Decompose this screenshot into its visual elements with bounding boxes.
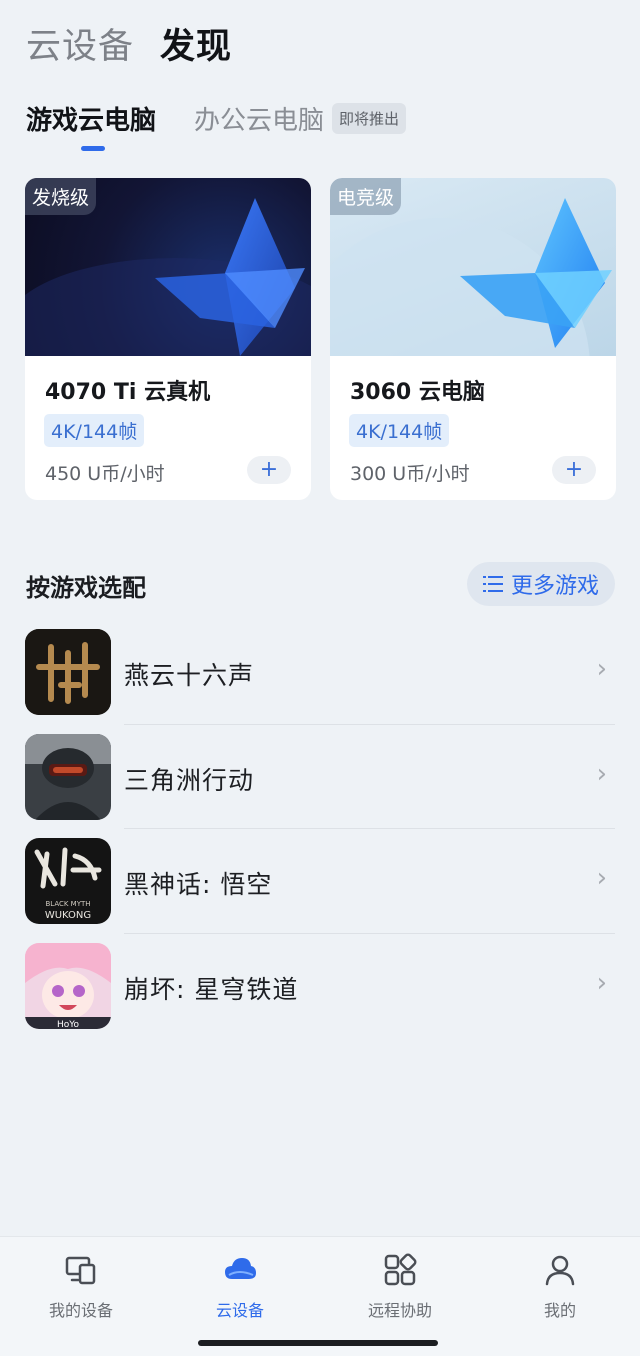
add-button[interactable]: + <box>552 456 596 484</box>
svg-text:HoYo: HoYo <box>57 1020 80 1029</box>
profile-icon <box>545 1255 575 1286</box>
chevron-right-icon: › <box>596 967 607 998</box>
cloud-pc-cards: 发烧级 4070 Ti 云真机 4K/144帧 450 U币/小时 + 电竞级 … <box>25 178 616 500</box>
cloud-pc-card-3060[interactable]: 电竞级 3060 云电脑 4K/144帧 300 U币/小时 + <box>330 178 616 500</box>
game-selection-header: 按游戏选配 更多游戏 <box>26 562 615 606</box>
chevron-right-icon: › <box>596 654 607 684</box>
active-tab-indicator <box>81 146 105 151</box>
more-games-label: 更多游戏 <box>510 574 599 599</box>
price-label: 300 U币/小时 <box>350 463 470 485</box>
list-item[interactable]: 燕云十六声 › <box>25 620 615 725</box>
tab-gaming-cloud-pc[interactable]: 游戏云电脑 <box>26 100 157 151</box>
game-name: 燕云十六声 <box>124 661 255 690</box>
tier-badge: 电竞级 <box>330 178 402 215</box>
card-hero-image: 发烧级 <box>25 178 311 356</box>
spec-tag: 4K/144帧 <box>44 414 145 447</box>
devices-icon <box>65 1256 96 1285</box>
price-label: 450 U币/小时 <box>45 463 165 485</box>
home-indicator[interactable] <box>198 1340 438 1346</box>
card-hero-image: 电竞级 <box>330 178 616 356</box>
nav-label: 我的 <box>543 1301 576 1320</box>
top-tabs: 云设备 发现 <box>26 18 232 69</box>
cloud-pc-card-4070ti[interactable]: 发烧级 4070 Ti 云真机 4K/144帧 450 U币/小时 + <box>25 178 311 500</box>
bottom-nav: 我的设备 云设备 远程协助 我的 <box>0 1236 640 1356</box>
svg-text:BLACK MYTH: BLACK MYTH <box>45 900 90 908</box>
nav-label: 我的设备 <box>48 1301 113 1320</box>
game-list: 燕云十六声 › 三角洲行动 › BLACK MYTH WUKONG 黑神话: 悟… <box>25 620 615 1038</box>
nav-item-remote-assist[interactable]: 远程协助 <box>345 1249 455 1321</box>
add-button[interactable]: + <box>247 456 291 484</box>
game-icon-black-myth: BLACK MYTH WUKONG <box>25 838 111 924</box>
section-title: 按游戏选配 <box>26 574 146 602</box>
top-tab-discover[interactable]: 发现 <box>160 18 232 69</box>
spec-tag: 4K/144帧 <box>349 414 450 447</box>
game-icon-star-rail: HoYo <box>25 942 111 1029</box>
list-item[interactable]: 三角洲行动 › <box>25 725 615 829</box>
tab-gaming-label: 游戏云电脑 <box>26 106 157 136</box>
tier-badge: 发烧级 <box>25 178 97 215</box>
chevron-right-icon: › <box>596 863 607 893</box>
game-name: 黑神话: 悟空 <box>124 870 273 899</box>
chevron-right-icon: › <box>596 758 607 789</box>
game-name: 三角洲行动 <box>124 765 255 795</box>
list-item[interactable]: BLACK MYTH WUKONG 黑神话: 悟空 › <box>25 829 615 934</box>
nav-item-me[interactable]: 我的 <box>505 1249 615 1321</box>
game-icon-delta-force <box>25 733 111 820</box>
svg-text:WUKONG: WUKONG <box>45 910 91 921</box>
nav-item-my-devices[interactable]: 我的设备 <box>26 1249 136 1321</box>
game-name: 崩坏: 星穹铁道 <box>124 974 299 1004</box>
tab-office-cloud-pc[interactable]: 办公云电脑 <box>194 100 324 137</box>
top-tab-cloud-devices[interactable]: 云设备 <box>26 18 134 69</box>
list-item[interactable]: HoYo 崩坏: 星穹铁道 › <box>25 934 615 1039</box>
list-icon <box>482 576 503 592</box>
nav-label: 远程协助 <box>367 1301 432 1320</box>
sub-tabs: 游戏云电脑 办公云电脑 即将推出 <box>26 100 407 151</box>
cloud-icon <box>225 1258 256 1279</box>
card-title: 3060 云电脑 <box>350 380 485 405</box>
card-title: 4070 Ti 云真机 <box>45 380 211 405</box>
coming-soon-badge: 即将推出 <box>332 103 407 134</box>
nav-item-cloud-devices[interactable]: 云设备 <box>185 1249 295 1321</box>
remote-assist-icon <box>384 1253 417 1286</box>
more-games-button[interactable]: 更多游戏 <box>466 562 615 606</box>
game-icon-yanyun <box>25 629 111 715</box>
nav-label: 云设备 <box>215 1301 264 1320</box>
